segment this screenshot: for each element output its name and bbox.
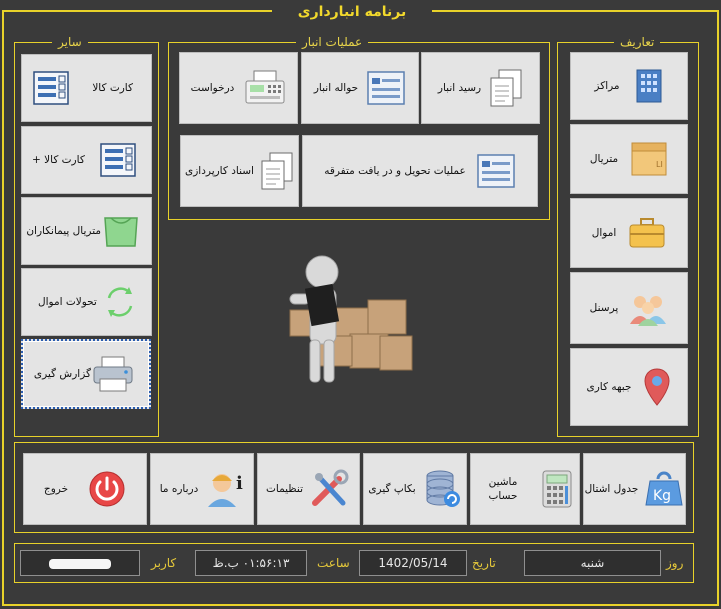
about-label: درباره ما	[159, 483, 199, 495]
people-icon	[628, 290, 668, 326]
documents-icon	[489, 68, 523, 108]
settings-label: تنظیمات	[265, 483, 304, 495]
item-card-icon	[32, 70, 70, 106]
info-person-icon: i	[206, 469, 244, 509]
personnel-button[interactable]: پرسنل	[570, 272, 688, 344]
definitions-legend: تعاریف	[614, 35, 661, 49]
svg-text:i: i	[236, 473, 243, 494]
reporting-button[interactable]: گزارش گیری	[21, 339, 151, 409]
item-card-plus-button[interactable]: کارت کالا +	[21, 126, 152, 194]
calculator-button[interactable]: ماشین حساب	[470, 453, 580, 525]
centers-button[interactable]: مراکز	[570, 52, 688, 120]
centers-label: مراکز	[594, 80, 620, 92]
assets-button[interactable]: اموال	[570, 198, 688, 268]
reporting-label: گزارش گیری	[33, 368, 91, 380]
user-label: کاربر	[151, 556, 177, 570]
asset-transfers-label: تحولات اموال	[38, 296, 97, 308]
recycle-icon	[101, 284, 139, 320]
assets-label: اموال	[591, 227, 617, 239]
procurement-docs-button[interactable]: اسناد کارپردازی	[180, 135, 299, 207]
request-button[interactable]: درخواست	[179, 52, 298, 124]
weight-icon: Kg	[644, 471, 684, 507]
app-title: برنامه انبارداری	[272, 2, 432, 22]
day-label: روز	[666, 556, 684, 570]
redacted-user-mark	[49, 558, 111, 569]
backup-label: بکاپ گیری	[368, 483, 416, 495]
misc-legend: سایر	[52, 35, 88, 49]
time-label: ساعت	[317, 556, 350, 570]
tools-icon	[309, 469, 351, 509]
item-card-label: کارت کالا	[92, 82, 133, 94]
item-card-plus-label: کارت کالا +	[32, 154, 85, 166]
exit-label: خروج	[43, 483, 69, 495]
date-value: 1402/05/14	[359, 550, 467, 576]
misc-delivery-button[interactable]: عملیات تحویل و در یافت متفرقه	[302, 135, 538, 207]
item-card-button[interactable]: کارت کالا	[21, 54, 152, 122]
calculator-icon	[542, 470, 572, 508]
operations-legend: عملیات انبار	[296, 35, 369, 49]
work-front-button[interactable]: جبهه کاری	[570, 348, 688, 426]
time-value: ۰۱:۵۶:۱۳ ب.ظ	[195, 550, 307, 576]
warehouse-dispatch-button[interactable]: حواله انبار	[301, 52, 419, 124]
warehouse-dispatch-label: حواله انبار	[313, 82, 359, 94]
work-front-label: جبهه کاری	[586, 381, 632, 393]
power-icon	[88, 470, 126, 508]
map-pin-icon	[643, 367, 671, 407]
asset-transfers-button[interactable]: تحولات اموال	[21, 268, 152, 336]
weight-table-button[interactable]: Kg جدول اشتال	[583, 453, 686, 525]
about-button[interactable]: i درباره ما	[150, 453, 254, 525]
fax-icon	[244, 69, 286, 107]
request-label: درخواست	[190, 82, 235, 94]
svg-text:LI: LI	[656, 160, 663, 169]
exit-button[interactable]: خروج	[23, 453, 147, 525]
warehouse-illustration	[280, 250, 420, 390]
materials-button[interactable]: LI متریال	[570, 124, 688, 194]
form-icon	[476, 153, 516, 189]
personnel-label: پرسنل	[589, 302, 619, 314]
date-label: تاریخ	[472, 556, 496, 570]
warehouse-receipt-label: رسید انبار	[437, 82, 482, 94]
documents-icon	[260, 151, 294, 191]
item-card-plus-icon	[99, 142, 137, 178]
warehouse-receipt-button[interactable]: رسید انبار	[421, 52, 540, 124]
user-value	[20, 550, 140, 576]
contractor-material-label: متریال پیمانکاران	[26, 225, 101, 237]
toolbox-icon	[628, 217, 666, 249]
misc-delivery-label: عملیات تحویل و در یافت متفرقه	[324, 165, 466, 177]
printer-icon	[91, 355, 135, 393]
weight-table-label: جدول اشتال	[584, 483, 639, 495]
box-icon: LI	[630, 141, 668, 177]
form-icon	[366, 70, 406, 106]
database-backup-icon	[424, 469, 462, 509]
contractor-bag-icon	[101, 212, 141, 250]
building-icon	[634, 68, 664, 104]
contractor-material-button[interactable]: متریال پیمانکاران	[21, 197, 152, 265]
settings-button[interactable]: تنظیمات	[257, 453, 360, 525]
backup-button[interactable]: بکاپ گیری	[363, 453, 467, 525]
materials-label: متریال	[589, 153, 619, 165]
procurement-docs-label: اسناد کارپردازی	[185, 165, 254, 177]
svg-text:Kg: Kg	[653, 488, 671, 504]
calculator-label: ماشین حساب	[488, 476, 518, 502]
day-value: شنبه	[524, 550, 661, 576]
